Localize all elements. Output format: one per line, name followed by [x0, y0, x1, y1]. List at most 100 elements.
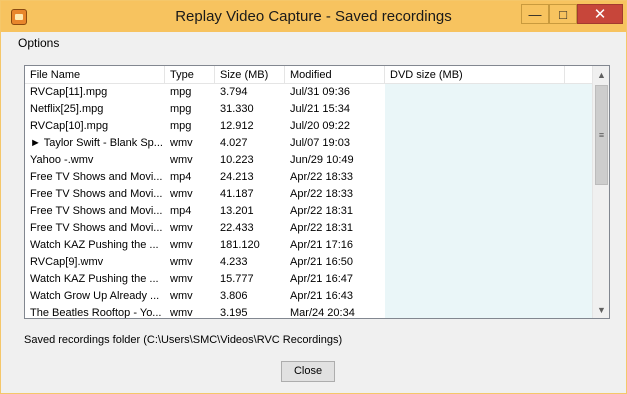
cell-size: 4.027 — [220, 137, 248, 149]
cell-type: wmv — [170, 137, 193, 149]
cell-size: 24.213 — [220, 171, 254, 183]
cell-file-name: Free TV Shows and Movi... — [30, 222, 163, 234]
cell-file-name: Watch KAZ Pushing the ... — [30, 239, 159, 251]
cell-file-name: Watch Grow Up Already ... — [30, 290, 160, 302]
column-header-size[interactable]: Size (MB) — [215, 66, 285, 84]
cell-dvd-size — [385, 271, 592, 288]
cell-type: wmv — [170, 188, 193, 200]
menu-bar: Options — [3, 32, 624, 54]
cell-dvd-size — [385, 135, 592, 152]
minimize-button[interactable]: — — [521, 4, 549, 24]
cell-dvd-size — [385, 101, 592, 118]
cell-size: 41.187 — [220, 188, 254, 200]
list-row[interactable]: Free TV Shows and Movi... mp4 24.213 Apr… — [25, 169, 592, 186]
cell-modified: Apr/21 16:43 — [290, 290, 353, 302]
cell-dvd-size — [385, 84, 592, 101]
cell-size: 3.195 — [220, 307, 248, 318]
list-header: File Name Type Size (MB) Modified DVD si… — [25, 66, 592, 84]
cell-modified: Apr/22 18:31 — [290, 222, 353, 234]
cell-modified: Jul/31 09:36 — [290, 86, 350, 98]
list-row[interactable]: Watch KAZ Pushing the ... wmv 15.777 Apr… — [25, 271, 592, 288]
cell-file-name: Free TV Shows and Movi... — [30, 205, 163, 217]
list-row[interactable]: RVCap[10].mpg mpg 12.912 Jul/20 09:22 — [25, 118, 592, 135]
cell-type: wmv — [170, 154, 193, 166]
list-row[interactable]: RVCap[11].mpg mpg 3.794 Jul/31 09:36 — [25, 84, 592, 101]
title-bar[interactable]: Replay Video Capture - Saved recordings … — [1, 1, 626, 32]
cell-modified: Apr/22 18:33 — [290, 188, 353, 200]
cell-modified: Jul/21 15:34 — [290, 103, 350, 115]
cell-dvd-size — [385, 186, 592, 203]
column-header-type[interactable]: Type — [165, 66, 215, 84]
cell-type: wmv — [170, 239, 193, 251]
cell-size: 4.233 — [220, 256, 248, 268]
close-window-button[interactable]: ✕ — [577, 4, 623, 24]
cell-modified: Apr/21 16:47 — [290, 273, 353, 285]
list-row[interactable]: Netflix[25].mpg mpg 31.330 Jul/21 15:34 — [25, 101, 592, 118]
list-rows: RVCap[11].mpg mpg 3.794 Jul/31 09:36 Net… — [25, 84, 592, 318]
cell-size: 13.201 — [220, 205, 254, 217]
cell-size: 22.433 — [220, 222, 254, 234]
cell-type: mpg — [170, 120, 192, 132]
cell-modified: Jun/29 10:49 — [290, 154, 354, 166]
grip-icon: ≡ — [598, 130, 605, 140]
list-row[interactable]: Free TV Shows and Movi... mp4 13.201 Apr… — [25, 203, 592, 220]
close-button[interactable]: Close — [281, 361, 335, 382]
cell-modified: Apr/21 17:16 — [290, 239, 353, 251]
cell-type: mp4 — [170, 205, 192, 217]
cell-modified: Apr/22 18:31 — [290, 205, 353, 217]
cell-modified: Jul/07 19:03 — [290, 137, 350, 149]
cell-type: wmv — [170, 222, 193, 234]
cell-size: 3.794 — [220, 86, 248, 98]
menu-options[interactable]: Options — [18, 36, 59, 50]
cell-type: mpg — [170, 103, 192, 115]
cell-size: 181.120 — [220, 239, 260, 251]
cell-file-name: Netflix[25].mpg — [30, 103, 104, 115]
maximize-button[interactable]: □ — [549, 4, 577, 24]
cell-size: 10.223 — [220, 154, 254, 166]
cell-file-name: RVCap[9].wmv — [30, 256, 104, 268]
list-row[interactable]: Yahoo -.wmv wmv 10.223 Jun/29 10:49 — [25, 152, 592, 169]
cell-file-name: Yahoo -.wmv — [30, 154, 94, 166]
column-header-modified[interactable]: Modified — [285, 66, 385, 84]
cell-file-name: Free TV Shows and Movi... — [30, 188, 163, 200]
cell-file-name: Free TV Shows and Movi... — [30, 171, 163, 183]
cell-modified: Apr/22 18:33 — [290, 171, 353, 183]
cell-type: mpg — [170, 86, 192, 98]
saved-recordings-window: Replay Video Capture - Saved recordings … — [0, 0, 627, 394]
cell-modified: Jul/20 09:22 — [290, 120, 350, 132]
list-row[interactable]: Watch Grow Up Already ... wmv 3.806 Apr/… — [25, 288, 592, 305]
scroll-down-arrow-icon[interactable]: ▼ — [593, 301, 610, 318]
cell-file-name: The Beatles Rooftop - Yo... — [30, 307, 162, 318]
saved-folder-label: Saved recordings folder (C:\Users\SMC\Vi… — [24, 334, 343, 346]
list-row[interactable]: Free TV Shows and Movi... wmv 41.187 Apr… — [25, 186, 592, 203]
list-row[interactable]: RVCap[9].wmv wmv 4.233 Apr/21 16:50 — [25, 254, 592, 271]
cell-type: wmv — [170, 307, 193, 318]
cell-dvd-size — [385, 305, 592, 318]
column-header-dvd-size[interactable]: DVD size (MB) — [385, 66, 565, 84]
cell-dvd-size — [385, 220, 592, 237]
cell-file-name: RVCap[10].mpg — [30, 120, 109, 132]
cell-modified: Apr/21 16:50 — [290, 256, 353, 268]
vertical-scrollbar[interactable]: ▲ ≡ ▼ — [592, 66, 609, 318]
column-header-file-name[interactable]: File Name — [25, 66, 165, 84]
cell-dvd-size — [385, 254, 592, 271]
scroll-up-arrow-icon[interactable]: ▲ — [593, 66, 610, 83]
cell-dvd-size — [385, 169, 592, 186]
list-row[interactable]: The Beatles Rooftop - Yo... wmv 3.195 Ma… — [25, 305, 592, 318]
cell-size: 12.912 — [220, 120, 254, 132]
cell-modified: Mar/24 20:34 — [290, 307, 355, 318]
cell-type: wmv — [170, 256, 193, 268]
scroll-thumb[interactable]: ≡ — [595, 85, 608, 185]
cell-type: mp4 — [170, 171, 192, 183]
cell-type: wmv — [170, 290, 193, 302]
cell-dvd-size — [385, 237, 592, 254]
cell-type: wmv — [170, 273, 193, 285]
list-row[interactable]: ► Taylor Swift - Blank Sp... wmv 4.027 J… — [25, 135, 592, 152]
recordings-list[interactable]: File Name Type Size (MB) Modified DVD si… — [24, 65, 610, 319]
list-row[interactable]: Free TV Shows and Movi... wmv 22.433 Apr… — [25, 220, 592, 237]
cell-dvd-size — [385, 288, 592, 305]
cell-file-name: RVCap[11].mpg — [30, 86, 108, 98]
list-row[interactable]: Watch KAZ Pushing the ... wmv 181.120 Ap… — [25, 237, 592, 254]
cell-size: 15.777 — [220, 273, 254, 285]
cell-size: 31.330 — [220, 103, 254, 115]
